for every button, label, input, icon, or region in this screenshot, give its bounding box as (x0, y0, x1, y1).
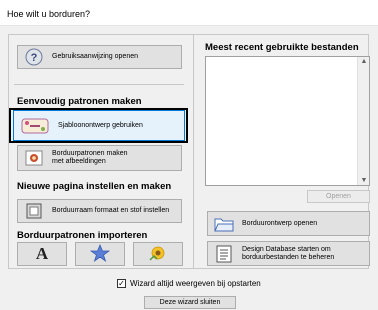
window-title: Hoe wilt u borduren? (7, 9, 91, 19)
open-design-button[interactable]: Borduurontwerp openen (207, 211, 370, 236)
help-button-label: Gebruiksaanwijzing openen (52, 53, 138, 60)
picture-button-label: Borduurpatronen maken met afbeeldingen (52, 150, 128, 165)
hoop-icon (24, 202, 44, 220)
close-wizard-label: Deze wizard sluiten (159, 298, 221, 306)
svg-text:?: ? (31, 52, 38, 64)
import-shape-button[interactable] (75, 242, 125, 266)
section-import: Borduurpatronen importeren (17, 230, 148, 241)
recent-files-list[interactable]: ▲ ▼ (205, 56, 370, 186)
text-icon: A (35, 244, 49, 263)
picture-icon (24, 149, 44, 167)
import-text-button[interactable]: A (17, 242, 67, 266)
scroll-down-icon[interactable]: ▼ (358, 177, 370, 184)
star-shape-icon (89, 243, 111, 264)
recent-files-title: Meest recent gebruikte bestanden (205, 42, 359, 53)
picture-embroidery-button[interactable]: Borduurpatronen maken met afbeeldingen (17, 145, 182, 171)
recent-files-scrollbar[interactable]: ▲ ▼ (357, 57, 369, 185)
scroll-up-icon[interactable]: ▲ (358, 58, 370, 65)
open-design-label: Borduurontwerp openen (242, 219, 318, 227)
section-easy-patterns: Eenvoudig patronen maken (17, 96, 142, 107)
design-database-button[interactable]: Design Database starten om borduurbestan… (207, 241, 370, 266)
image-import-icon (148, 244, 168, 264)
import-image-button[interactable] (133, 242, 183, 266)
title-bar: Hoe wilt u borduren? (0, 0, 378, 26)
database-icon (214, 245, 234, 263)
show-at-startup-label: Wizard altijd weergeven bij opstarten (130, 279, 261, 288)
hoop-setup-button[interactable]: Borduurraam formaat en stof instellen (17, 199, 182, 223)
focus-indicator (9, 108, 188, 143)
help-button[interactable]: ? Gebruiksaanwijzing openen (17, 45, 182, 69)
show-at-startup-checkbox[interactable]: ✓ (117, 279, 126, 288)
separator (14, 84, 184, 85)
open-button-label: Openen (326, 192, 351, 200)
help-icon: ? (24, 48, 44, 66)
open-folder-icon (214, 215, 234, 233)
design-database-label: Design Database starten om borduurbestan… (242, 245, 335, 261)
close-wizard-button[interactable]: Deze wizard sluiten (144, 296, 236, 309)
wizard-window: Hoe wilt u borduren? ? Gebruiksaanwijzin… (0, 0, 378, 310)
section-new-page: Nieuwe pagina instellen en maken (17, 181, 172, 192)
open-button[interactable]: Openen (307, 190, 370, 203)
hoop-button-label: Borduurraam formaat en stof instellen (52, 207, 170, 214)
